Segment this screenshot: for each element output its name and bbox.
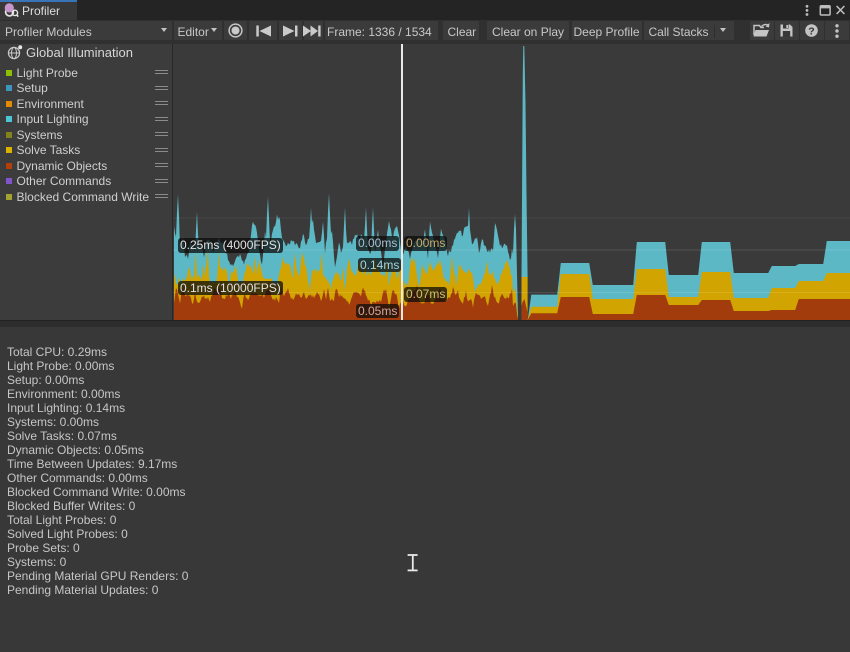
svg-text:?: ? bbox=[808, 25, 814, 37]
